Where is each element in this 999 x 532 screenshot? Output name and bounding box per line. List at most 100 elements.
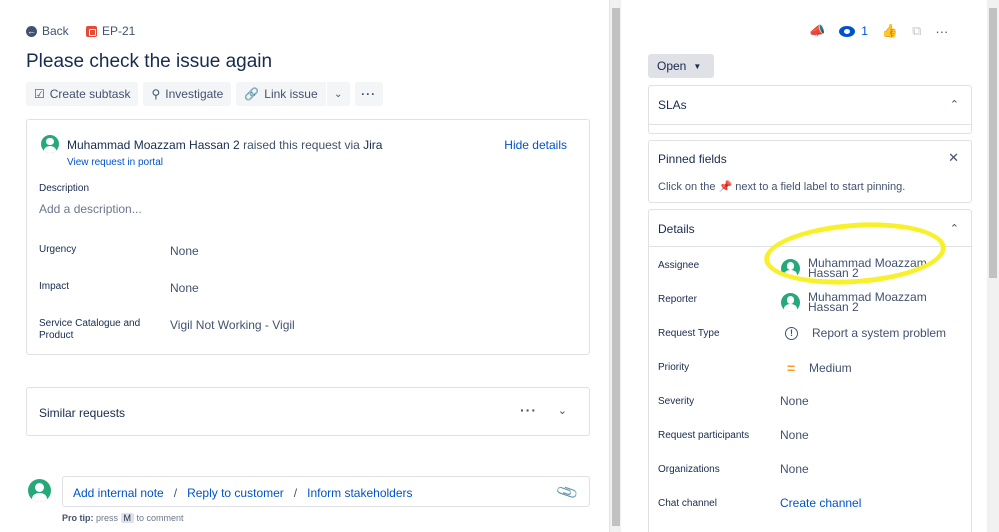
- similar-requests-title: Similar requests: [39, 406, 126, 420]
- search-icon: ⚲: [151, 87, 161, 101]
- sidebar-top-actions: 📣 1 👍 ⧉ ···: [809, 23, 948, 39]
- attachment-icon[interactable]: 📎: [555, 480, 581, 504]
- divider: [649, 246, 971, 247]
- exclamation-icon: !: [785, 326, 798, 340]
- reply-to-customer-button[interactable]: Reply to customer: [187, 486, 284, 500]
- reporter-label: Reporter: [658, 294, 697, 305]
- urgency-value[interactable]: None: [170, 244, 199, 258]
- inform-stakeholders-button[interactable]: Inform stakeholders: [307, 486, 412, 500]
- issue-key-link[interactable]: EP-21: [86, 24, 135, 38]
- service-catalogue-value[interactable]: Vigil Not Working - Vigil: [170, 318, 295, 332]
- link-icon: 🔗: [244, 87, 260, 101]
- description-field[interactable]: Add a description...: [39, 202, 142, 216]
- severity-label: Severity: [658, 396, 695, 407]
- description-label: Description: [39, 183, 90, 194]
- reporter-name[interactable]: Muhammad Moazzam Hassan 2: [67, 138, 240, 152]
- request-raised-line: Muhammad Moazzam Hassan 2 raised this re…: [67, 138, 382, 152]
- pin-icon: 📌: [718, 181, 733, 193]
- issue-main-panel: ← Back EP-21 Please check the issue agai…: [0, 0, 609, 532]
- request-type-value[interactable]: ! Report a system problem: [785, 326, 946, 340]
- investigate-label: Investigate: [165, 87, 224, 101]
- separator: /: [173, 486, 178, 500]
- back-label: Back: [42, 24, 69, 38]
- avatar: [781, 292, 800, 312]
- severity-value[interactable]: None: [780, 394, 809, 408]
- eye-icon: [839, 25, 856, 37]
- pro-tip-press: press: [93, 513, 121, 523]
- issue-key: EP-21: [102, 24, 136, 38]
- assignee-name: Muhammad Moazzam Hassan 2: [808, 257, 927, 280]
- page-title[interactable]: Please check the issue again: [26, 51, 272, 73]
- subtask-icon: ☑: [34, 87, 45, 101]
- status-dropdown[interactable]: Open ▼: [648, 54, 714, 78]
- sidebar-scrollbar[interactable]: [987, 0, 999, 532]
- assignee-name-line2: Hassan 2: [808, 266, 859, 280]
- add-internal-note-button[interactable]: Add internal note: [73, 486, 164, 500]
- link-issue-button[interactable]: 🔗 Link issue: [236, 82, 325, 106]
- impact-label: Impact: [39, 281, 70, 292]
- pinned-hint-before: Click on the: [658, 181, 719, 193]
- back-button[interactable]: ← Back: [26, 24, 69, 38]
- participants-row: Request participants None: [658, 426, 968, 446]
- more-icon[interactable]: ···: [935, 24, 948, 39]
- close-icon[interactable]: ✕: [948, 150, 959, 166]
- create-channel-link[interactable]: Create channel: [780, 496, 861, 510]
- separator: /: [293, 486, 298, 500]
- raised-text: raised this request via: [239, 138, 364, 152]
- hide-details-button[interactable]: Hide details: [504, 138, 567, 152]
- watchers-button[interactable]: 1: [839, 24, 868, 38]
- create-subtask-button[interactable]: ☑ Create subtask: [26, 82, 139, 106]
- thumbs-up-icon[interactable]: 👍: [882, 23, 898, 39]
- status-label: Open: [657, 59, 687, 73]
- create-subtask-label: Create subtask: [49, 87, 131, 101]
- request-type-label: Request Type: [658, 328, 720, 339]
- chevron-down-icon: ⌄: [333, 88, 343, 100]
- comment-box[interactable]: Add internal note / Reply to customer / …: [62, 476, 590, 507]
- share-icon[interactable]: ⧉: [912, 23, 921, 39]
- impact-value[interactable]: None: [170, 281, 199, 295]
- main-scrollbar[interactable]: [609, 0, 621, 532]
- chevron-down-icon[interactable]: ⌄: [558, 404, 567, 417]
- view-request-in-portal-link[interactable]: View request in portal: [67, 157, 163, 168]
- more-icon[interactable]: ···: [520, 402, 537, 418]
- scrollbar-thumb[interactable]: [989, 8, 997, 278]
- comment-actions: Add internal note / Reply to customer / …: [73, 486, 413, 500]
- issue-toolbar: ☑ Create subtask ⚲ Investigate 🔗 Link is…: [26, 82, 383, 106]
- reporter-name: Muhammad Moazzam Hassan 2: [808, 291, 927, 313]
- assignee-value[interactable]: Muhammad Moazzam Hassan 2: [781, 257, 927, 280]
- reporter-value[interactable]: Muhammad Moazzam Hassan 2: [781, 291, 927, 313]
- request-type-text: Report a system problem: [812, 326, 947, 340]
- urgency-label: Urgency: [39, 244, 77, 255]
- pro-tip-prefix: Pro tip:: [62, 513, 94, 523]
- priority-value[interactable]: = Medium: [787, 360, 852, 376]
- details-title[interactable]: Details: [658, 222, 695, 236]
- chat-channel-label: Chat channel: [658, 498, 717, 509]
- back-arrow-icon: ←: [26, 25, 37, 37]
- link-issue-dropdown-button[interactable]: ⌄: [325, 82, 350, 106]
- more-icon: ···: [361, 87, 377, 101]
- chevron-up-icon[interactable]: ⌃: [950, 98, 959, 111]
- feedback-megaphone-icon[interactable]: 📣: [809, 23, 825, 39]
- scrollbar-thumb[interactable]: [612, 8, 620, 526]
- pinned-fields-hint: Click on the 📌 next to a field label to …: [658, 180, 905, 193]
- participants-value[interactable]: None: [780, 428, 809, 442]
- pro-tip-suffix: to comment: [134, 513, 184, 523]
- pro-tip: Pro tip: press M to comment: [62, 513, 184, 523]
- organizations-value[interactable]: None: [780, 462, 809, 476]
- participants-label: Request participants: [658, 430, 750, 441]
- more-actions-button[interactable]: ···: [354, 82, 383, 106]
- pinned-fields-panel: Pinned fields ✕ Click on the 📌 next to a…: [648, 140, 972, 203]
- avatar: [28, 479, 51, 502]
- pinned-fields-title: Pinned fields: [658, 152, 727, 166]
- severity-row: Severity None: [658, 392, 968, 412]
- investigate-button[interactable]: ⚲ Investigate: [143, 82, 232, 106]
- request-channel: Jira: [363, 138, 383, 152]
- divider: [649, 124, 971, 125]
- pro-tip-key: M: [120, 513, 135, 523]
- slas-title[interactable]: SLAs: [658, 98, 687, 112]
- avatar: [781, 258, 800, 278]
- avatar: [41, 135, 59, 153]
- similar-requests-card[interactable]: Similar requests ··· ⌄: [26, 387, 590, 436]
- chevron-up-icon[interactable]: ⌃: [950, 222, 959, 235]
- details-panel: Details ⌃ Assignee Muhammad Moazzam Hassa…: [648, 209, 972, 532]
